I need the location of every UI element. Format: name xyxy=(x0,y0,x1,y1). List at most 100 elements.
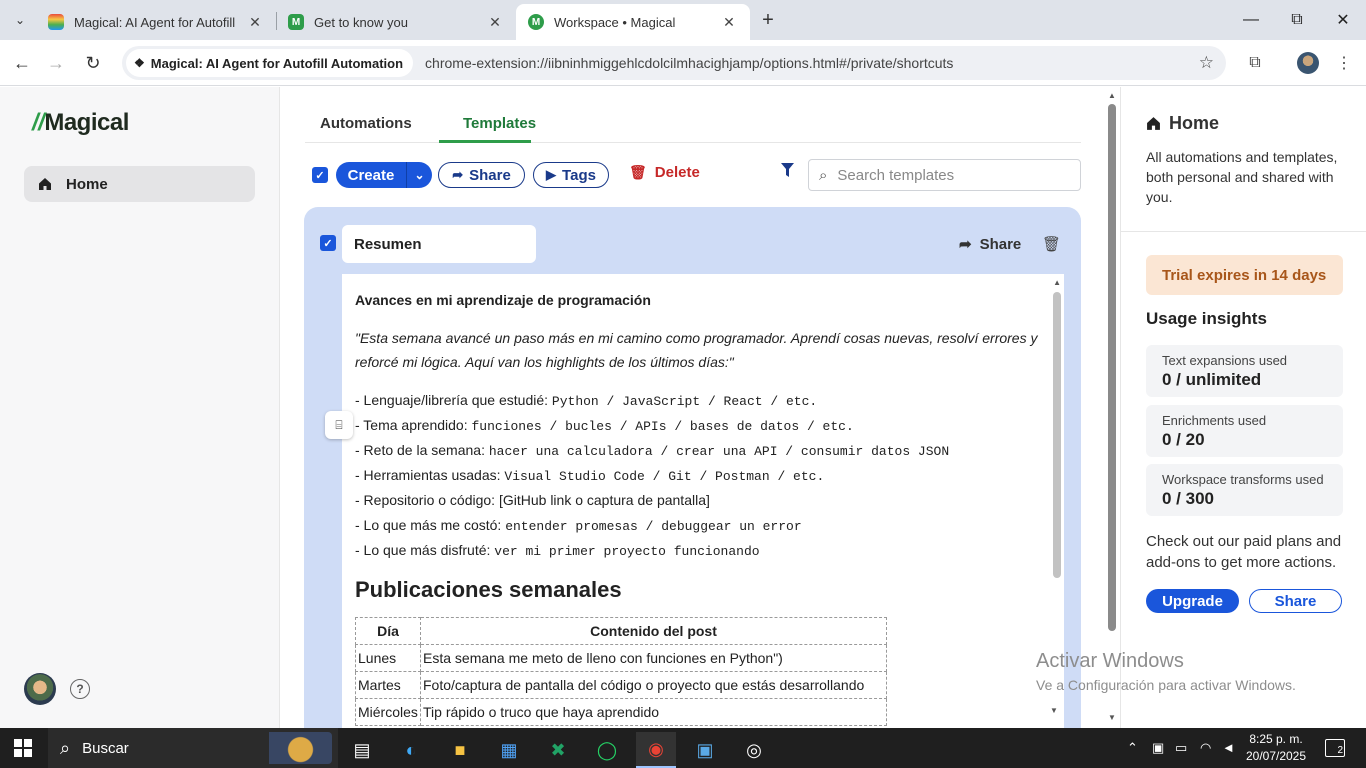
table-row: Lunes Esta semana me meto de lleno con f… xyxy=(355,644,887,672)
whatsapp-icon[interactable]: ◯ xyxy=(587,732,627,768)
block-drag-handle-icon[interactable]: ⌸ xyxy=(325,411,353,439)
home-icon xyxy=(38,177,54,191)
tab-search-button[interactable]: ⌄ xyxy=(6,6,34,34)
sidebar-item-home[interactable]: Home xyxy=(24,166,255,202)
home-icon xyxy=(1146,116,1161,131)
tags-button-label: Tags xyxy=(562,166,596,184)
scroll-up-icon[interactable]: ▲ xyxy=(1053,278,1061,287)
chrome-icon[interactable]: ◉ xyxy=(636,732,676,768)
restore-button[interactable]: ⧉ xyxy=(1274,0,1320,40)
reload-button[interactable]: ↻ xyxy=(80,50,106,76)
close-tab-icon[interactable]: ✕ xyxy=(246,13,264,31)
usage-label: Workspace transforms used xyxy=(1162,472,1324,487)
table-cell: Esta semana me meto de lleno con funcion… xyxy=(420,644,887,672)
scroll-down-icon[interactable]: ▼ xyxy=(1050,706,1058,715)
user-avatar[interactable] xyxy=(24,673,56,705)
bookmark-star-icon[interactable]: ☆ xyxy=(1199,53,1214,73)
browser-tab-magical-store[interactable]: Magical: AI Agent for Autofill A ✕ xyxy=(36,4,276,40)
table-header: Día xyxy=(355,617,421,645)
url-text: chrome-extension://iibninhmiggehlcdolcil… xyxy=(425,55,954,71)
list-item: - Repositorio o código: [GitHub link o c… xyxy=(355,492,710,508)
camera-icon[interactable]: ▣ xyxy=(1152,740,1164,756)
extension-chip[interactable]: ❖ Magical: AI Agent for Autofill Automat… xyxy=(126,49,414,77)
back-button[interactable]: ← xyxy=(9,50,35,76)
tab-title: Workspace • Magical xyxy=(554,14,676,30)
sidebar: //Magical Home ? xyxy=(0,87,280,728)
logo-text: Magical xyxy=(44,109,129,136)
browser-tab-get-to-know-you[interactable]: M Get to know you ✕ xyxy=(276,4,516,40)
magical-logo[interactable]: //Magical xyxy=(32,109,129,137)
list-item: - Reto de la semana: hacer una calculado… xyxy=(355,442,950,459)
profile-avatar[interactable] xyxy=(1297,52,1319,74)
tags-button[interactable]: ▶ Tags xyxy=(533,162,609,188)
chevron-down-icon[interactable]: ⌄ xyxy=(406,162,432,188)
browser-tab-workspace[interactable]: M Workspace • Magical ✕ xyxy=(516,4,750,40)
template-checkbox[interactable]: ✓ xyxy=(320,235,336,251)
new-tab-button[interactable]: + xyxy=(756,8,780,32)
share-button-label: Share xyxy=(469,166,511,184)
address-bar[interactable]: ❖ Magical: AI Agent for Autofill Automat… xyxy=(122,46,1226,80)
browser-toolbar: ← → ↻ ❖ Magical: AI Agent for Autofill A… xyxy=(0,40,1366,86)
table-row: Miércoles Tip rápido o truco que haya ap… xyxy=(355,698,887,726)
share-arrow-icon: ➦ xyxy=(959,236,972,253)
search-input[interactable]: ⌕ Search templates xyxy=(808,159,1081,191)
template-share-button[interactable]: ➦ Share xyxy=(959,235,1021,254)
windows-start-icon[interactable] xyxy=(14,739,32,757)
select-all-checkbox[interactable]: ✓ xyxy=(312,167,328,183)
minimize-button[interactable]: — xyxy=(1228,0,1274,40)
help-icon[interactable]: ? xyxy=(70,679,90,699)
panel-title-text: Home xyxy=(1169,113,1220,133)
template-trash-icon[interactable]: 🗑 xyxy=(1042,235,1061,253)
list-item: - Lo que más me costó: entender promesas… xyxy=(355,517,802,534)
usage-value: 0 / 20 xyxy=(1162,430,1205,449)
panel-title: Home xyxy=(1146,113,1219,134)
search-highlight-image xyxy=(262,732,332,764)
share-button[interactable]: ➦ Share xyxy=(438,162,525,188)
forward-button[interactable]: → xyxy=(43,50,69,76)
task-view-icon[interactable]: ▤ xyxy=(342,732,382,768)
page-scroll-thumb[interactable] xyxy=(1108,104,1116,631)
template-name-field[interactable]: Resumen xyxy=(342,225,536,263)
wifi-icon[interactable]: ◠ xyxy=(1200,740,1211,756)
extensions-puzzle-icon[interactable]: ⧉ xyxy=(1243,51,1267,75)
trial-badge: Trial expires in 14 days xyxy=(1146,255,1343,295)
browser-menu-icon[interactable]: ⋮ xyxy=(1332,51,1356,75)
tab-templates[interactable]: Templates xyxy=(463,115,536,132)
plans-text: Check out our paid plans and add-ons to … xyxy=(1146,533,1342,571)
main-content: Automations Templates ✓ Create ⌄ ➦ Share… xyxy=(281,87,1120,728)
editor-scroll-thumb[interactable] xyxy=(1053,292,1061,578)
tab-title: Magical: AI Agent for Autofill A xyxy=(74,14,238,30)
close-tab-icon[interactable]: ✕ xyxy=(486,13,504,31)
upgrade-button[interactable]: Upgrade xyxy=(1146,589,1239,613)
close-window-button[interactable]: ✕ xyxy=(1320,0,1366,40)
excel-icon[interactable]: ✖ xyxy=(538,732,578,768)
template-editor[interactable]: Avances en mi aprendizaje de programació… xyxy=(342,274,1064,728)
tab-automations[interactable]: Automations xyxy=(320,115,412,132)
scroll-down-icon[interactable]: ▼ xyxy=(1108,713,1116,722)
editor-subheading: Publicaciones semanales xyxy=(355,577,622,602)
page-scrollbar[interactable]: ▲ ▼ xyxy=(1105,87,1120,728)
sidebar-item-label: Home xyxy=(66,175,108,193)
store-icon[interactable]: ▦ xyxy=(489,732,529,768)
usage-value: 0 / 300 xyxy=(1162,489,1214,508)
editor-heading: Avances en mi aprendizaje de programació… xyxy=(355,292,651,308)
panel-share-button[interactable]: Share xyxy=(1249,589,1342,613)
volume-icon[interactable]: ◄ xyxy=(1222,740,1235,755)
edge-icon[interactable]: ◐ xyxy=(391,732,431,768)
remote-desktop-icon[interactable]: ▣ xyxy=(685,732,725,768)
taskbar-clock[interactable]: 8:25 p. m. 20/07/2025 xyxy=(1244,731,1308,765)
table-header: Contenido del post xyxy=(420,617,887,645)
filter-icon[interactable] xyxy=(781,163,794,183)
recorder-icon[interactable]: ◎ xyxy=(734,732,774,768)
create-button[interactable]: Create ⌄ xyxy=(336,162,432,188)
notification-icon[interactable]: 2 xyxy=(1325,739,1345,757)
taskbar-search[interactable]: ⌕ Buscar xyxy=(48,728,338,768)
close-tab-icon[interactable]: ✕ xyxy=(720,13,738,31)
tray-chevron-up-icon[interactable]: ⌃ xyxy=(1127,740,1138,756)
file-explorer-icon[interactable]: ■ xyxy=(440,732,480,768)
usage-insights-title: Usage insights xyxy=(1146,309,1267,328)
windows-activation-watermark: Activar Windows Ve a Configuración para … xyxy=(1036,650,1296,693)
battery-icon[interactable]: ▭ xyxy=(1175,740,1187,756)
delete-button[interactable]: 🗑 Delete xyxy=(629,164,700,181)
scroll-up-icon[interactable]: ▲ xyxy=(1108,91,1116,100)
